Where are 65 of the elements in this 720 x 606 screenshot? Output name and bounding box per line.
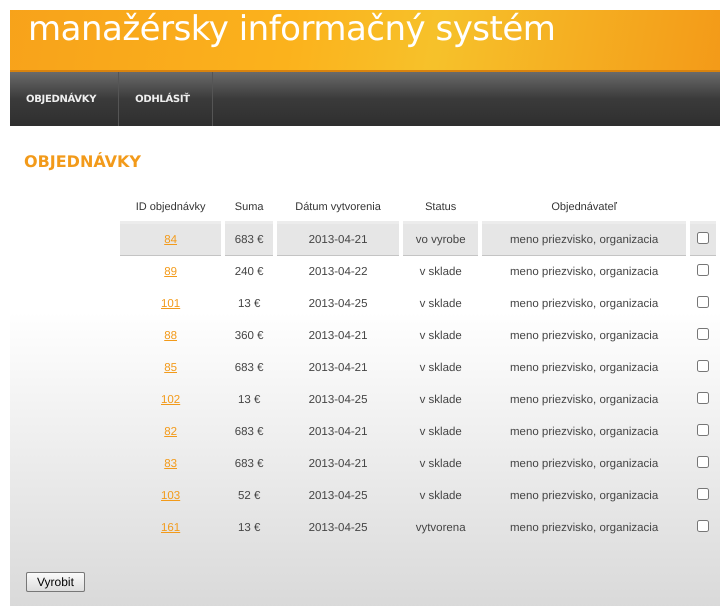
table-cell-text: meno priezvisko, organizacia: [508, 488, 660, 504]
row-checkbox[interactable]: [696, 296, 709, 308]
row-checkbox[interactable]: [696, 392, 709, 404]
table-cell-text: 2013-04-21: [308, 360, 368, 376]
table-cell-text: 360 €: [234, 328, 265, 344]
row-checkbox[interactable]: [696, 232, 709, 244]
order-link[interactable]: 82: [164, 426, 177, 438]
table-cell-text: 240 €: [234, 264, 265, 280]
table-cell-text: meno priezvisko, organizacia: [508, 392, 660, 408]
table-cell: vo vyrobe: [403, 224, 478, 256]
table-cell-text: 683 €: [234, 360, 265, 376]
table-cell-text: meno priezvisko, organizacia: [508, 296, 660, 312]
order-link[interactable]: 88: [164, 330, 177, 342]
table-cell-text: 2013-04-22: [308, 264, 368, 280]
order-link[interactable]: 84: [164, 234, 177, 246]
table-cell-text: v sklade: [418, 488, 463, 504]
table-cell-text: v sklade: [418, 424, 463, 440]
row-checkbox[interactable]: [696, 424, 709, 436]
row-checkbox[interactable]: [696, 520, 709, 532]
order-link[interactable]: 101: [161, 298, 180, 310]
row-checkbox[interactable]: [696, 328, 709, 340]
table-cell-text: 2013-04-21: [308, 328, 368, 344]
table-cell-text: meno priezvisko, organizacia: [508, 456, 660, 472]
table-cell-text: 683 €: [234, 424, 265, 440]
nav-link[interactable]: OBJEDNÁVKY: [10, 72, 120, 126]
order-link[interactable]: 103: [161, 490, 180, 502]
row-checkbox[interactable]: [696, 456, 709, 468]
table-cell-text: v sklade: [418, 328, 463, 344]
row-checkbox[interactable]: [696, 360, 709, 372]
table-cell-text: meno priezvisko, organizacia: [508, 264, 660, 280]
table-cell-text: vytvorena: [414, 520, 467, 536]
table-cell-text: 13 €: [236, 520, 262, 536]
order-link[interactable]: 85: [164, 362, 177, 374]
table-cell-text: meno priezvisko, organizacia: [508, 360, 660, 376]
order-link[interactable]: 161: [161, 522, 180, 534]
nav-link[interactable]: ODHLÁSIŤ: [119, 72, 213, 126]
table-cell-text: meno priezvisko, organizacia: [508, 328, 660, 344]
table-cell-text: v sklade: [418, 360, 463, 376]
row-checkbox[interactable]: [696, 488, 709, 500]
table-cell-text: 2013-04-25: [308, 520, 368, 536]
site-title: manažérsky informačný systém: [28, 9, 556, 49]
table-cell-text: meno priezvisko, organizacia: [508, 424, 660, 440]
table-cell-text: 2013-04-21: [308, 456, 368, 472]
table-cell-text: v sklade: [418, 264, 463, 280]
table-cell-text: 13 €: [236, 296, 262, 312]
order-link[interactable]: 83: [164, 458, 177, 470]
table-cell-text: v sklade: [418, 392, 463, 408]
table-cell: 683 €: [225, 224, 274, 256]
table-cell-text: meno priezvisko, organizacia: [508, 520, 660, 536]
produce-button[interactable]: Vyrobit: [26, 572, 85, 592]
table-cell-text: 13 €: [236, 392, 262, 408]
order-link[interactable]: 102: [161, 394, 180, 406]
order-link[interactable]: 89: [164, 266, 177, 278]
table-cell-text: 2013-04-21: [308, 424, 368, 440]
table-cell-text: 683 €: [234, 456, 265, 472]
table-cell: 2013-04-21: [277, 224, 399, 256]
row-checkbox[interactable]: [696, 264, 709, 276]
table-cell-text: 2013-04-25: [308, 392, 368, 408]
table-cell-text: v sklade: [418, 296, 463, 312]
table-cell-text: v sklade: [418, 456, 463, 472]
table-cell-text: 52 €: [236, 488, 262, 504]
table-cell: meno priezvisko, organizacia: [482, 224, 686, 256]
table-cell-text: 2013-04-25: [308, 488, 368, 504]
page-heading: OBJEDNÁVKY: [24, 152, 142, 171]
table-cell-text: 2013-04-25: [308, 296, 368, 312]
